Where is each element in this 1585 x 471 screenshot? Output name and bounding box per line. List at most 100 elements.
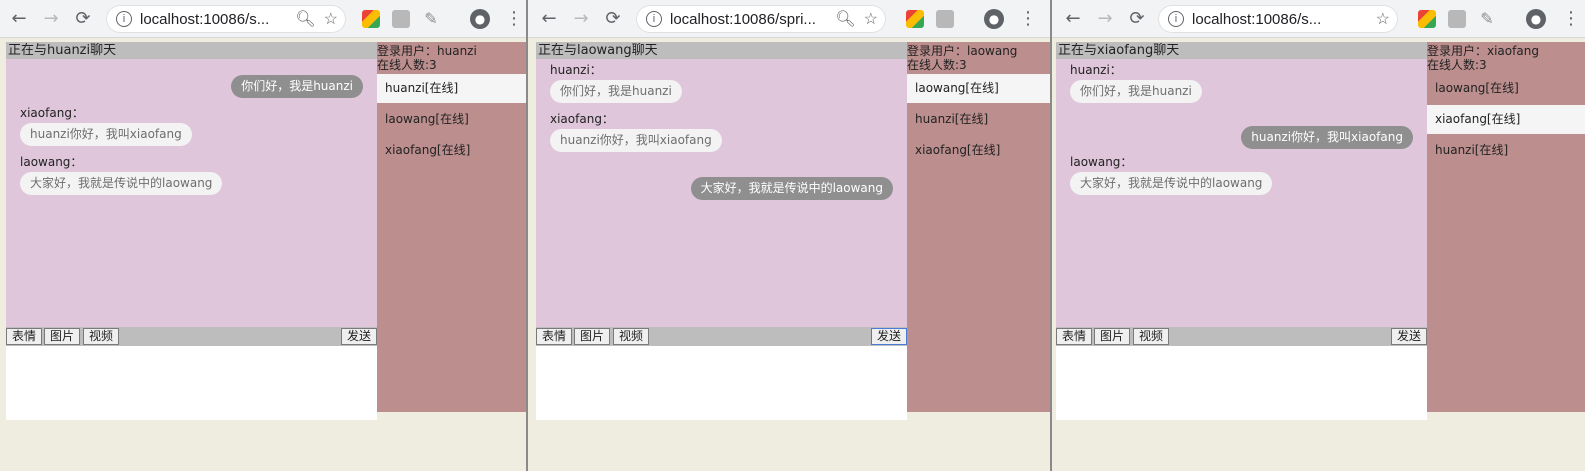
chat-toolbar: 表情 图片 视频 发送 [1056,327,1427,346]
extension-icon-gray[interactable] [1448,10,1466,28]
message-sender: laowang： [1070,155,1133,169]
image-button[interactable]: 图片 [1094,328,1131,345]
user-item[interactable]: laowang[在线] [377,105,526,134]
extension-icon-color[interactable] [906,10,924,28]
emoji-button[interactable]: 表情 [6,328,43,345]
message-sender: xiaofang： [20,106,84,120]
browser-window-1: ← → ⟳ i localhost:10086/s... 🔍︎ ☆ ✎ ● ⋮ … [0,0,528,471]
user-item[interactable]: huanzi[在线] [907,105,1050,134]
message-bubble: 大家好，我就是传说中的laowang [690,177,893,200]
forward-arrow-icon[interactable]: → [1094,8,1116,30]
star-icon[interactable]: ☆ [864,9,878,29]
message-bubble: huanzi你好，我叫xiaofang [550,129,722,152]
info-icon[interactable]: i [646,11,662,27]
chat-header: 正在与huanzi聊天 [6,42,377,59]
message-bubble: 你们好，我是huanzi [550,80,682,103]
extension-icon-color[interactable] [1418,10,1436,28]
online-count: 在线人数:3 [907,58,967,72]
extension-icon-gray[interactable] [392,10,410,28]
online-count: 在线人数:3 [1427,58,1487,72]
reload-icon[interactable]: ⟳ [1126,8,1148,30]
message-bubble: 你们好，我是huanzi [1070,80,1202,103]
reload-icon[interactable]: ⟳ [602,8,624,30]
message-sender: huanzi： [1070,63,1122,77]
messages-area: huanzi： 你们好，我是huanzi huanzi你好，我叫xiaofang… [1056,59,1427,327]
address-bar[interactable]: i localhost:10086/s... ☆ [1158,5,1398,33]
forward-arrow-icon[interactable]: → [570,8,592,30]
back-arrow-icon[interactable]: ← [538,8,560,30]
browser-toolbar: ← → ⟳ i localhost:10086/s... ☆ ✎ ● ⋮ [1052,0,1585,38]
extension-icon-color[interactable] [362,10,380,28]
chat-panel: 正在与laowang聊天 huanzi： 你们好，我是huanzi xiaofa… [536,42,907,420]
star-icon[interactable]: ☆ [1376,9,1390,29]
emoji-button[interactable]: 表情 [536,328,573,345]
send-button[interactable]: 发送 [870,328,907,345]
profile-icon[interactable]: ● [470,9,490,29]
chat-header: 正在与xiaofang聊天 [1056,42,1427,59]
online-users-panel: 登录用户：laowang 在线人数:3 laowang[在线] huanzi[在… [907,42,1050,412]
info-icon[interactable]: i [1168,11,1184,27]
message-sender: xiaofang： [550,112,614,126]
video-button[interactable]: 视频 [613,328,650,345]
menu-icon[interactable]: ⋮ [505,8,523,30]
message-bubble: huanzi你好，我叫xiaofang [1241,126,1413,149]
image-button[interactable]: 图片 [574,328,611,345]
message-bubble: 大家好，我就是传说中的laowang [1070,172,1273,195]
menu-icon[interactable]: ⋮ [1019,8,1037,30]
message-bubble: huanzi你好，我叫xiaofang [20,123,192,146]
star-icon[interactable]: ☆ [324,9,338,29]
video-button[interactable]: 视频 [1133,328,1170,345]
profile-icon[interactable]: ● [1526,9,1546,29]
online-users-panel: 登录用户：huanzi 在线人数:3 huanzi[在线] laowang[在线… [377,42,526,412]
address-bar[interactable]: i localhost:10086/spri... 🔍︎ ☆ [636,5,886,33]
address-text: localhost:10086/s... [1192,10,1322,28]
messages-area: huanzi： 你们好，我是huanzi xiaofang： huanzi你好，… [536,59,907,327]
profile-icon[interactable]: ● [984,9,1004,29]
login-user: 登录用户：xiaofang [1427,44,1539,58]
zoom-icon[interactable]: 🔍︎ [835,9,855,29]
user-item[interactable]: laowang[在线] [907,74,1050,103]
extension-icon-gray[interactable] [936,10,954,28]
image-button[interactable]: 图片 [44,328,81,345]
user-item[interactable]: huanzi[在线] [377,74,526,103]
forward-arrow-icon[interactable]: → [40,8,62,30]
chat-app: 正在与laowang聊天 huanzi： 你们好，我是huanzi xiaofa… [528,38,1050,471]
login-user: 登录用户：laowang [907,44,1018,58]
user-item[interactable]: huanzi[在线] [1427,136,1585,165]
address-bar[interactable]: i localhost:10086/s... 🔍︎ ☆ [106,5,346,33]
extension-icon-pen[interactable]: ✎ [422,10,440,28]
message-bubble: 你们好，我是huanzi [231,75,363,98]
send-button[interactable]: 发送 [340,328,377,345]
zoom-icon[interactable]: 🔍︎ [295,9,315,29]
message-input[interactable] [1056,346,1427,420]
user-item[interactable]: xiaofang[在线] [377,136,526,165]
screenshot-root: ← → ⟳ i localhost:10086/s... 🔍︎ ☆ ✎ ● ⋮ … [0,0,1585,471]
extension-icon-pen[interactable]: ✎ [1478,10,1496,28]
chat-header: 正在与laowang聊天 [536,42,907,59]
back-arrow-icon[interactable]: ← [8,8,30,30]
message-sender: huanzi： [550,63,602,77]
user-item[interactable]: laowang[在线] [1427,74,1585,103]
info-icon[interactable]: i [116,11,132,27]
message-input[interactable] [6,346,377,420]
send-button[interactable]: 发送 [1390,328,1427,345]
user-item[interactable]: xiaofang[在线] [1427,105,1585,134]
message-input[interactable] [536,346,907,420]
chat-toolbar: 表情 图片 视频 发送 [536,327,907,346]
address-text: localhost:10086/spri... [670,10,816,28]
browser-window-2: ← → ⟳ i localhost:10086/spri... 🔍︎ ☆ ● ⋮… [528,0,1052,471]
user-item[interactable]: xiaofang[在线] [907,136,1050,165]
back-arrow-icon[interactable]: ← [1062,8,1084,30]
video-button[interactable]: 视频 [83,328,120,345]
browser-toolbar: ← → ⟳ i localhost:10086/spri... 🔍︎ ☆ ● ⋮ [528,0,1050,38]
menu-icon[interactable]: ⋮ [1562,8,1580,30]
online-count: 在线人数:3 [377,58,437,72]
emoji-button[interactable]: 表情 [1056,328,1093,345]
message-bubble: 大家好，我就是传说中的laowang [20,172,223,195]
online-users-panel: 登录用户：xiaofang 在线人数:3 laowang[在线] xiaofan… [1427,42,1585,412]
reload-icon[interactable]: ⟳ [72,8,94,30]
browser-window-3: ← → ⟳ i localhost:10086/s... ☆ ✎ ● ⋮ 正在与… [1052,0,1585,471]
login-user: 登录用户：huanzi [377,44,477,58]
address-text: localhost:10086/s... [140,10,270,28]
chat-app: 正在与xiaofang聊天 huanzi： 你们好，我是huanzi huanz… [1052,38,1585,471]
